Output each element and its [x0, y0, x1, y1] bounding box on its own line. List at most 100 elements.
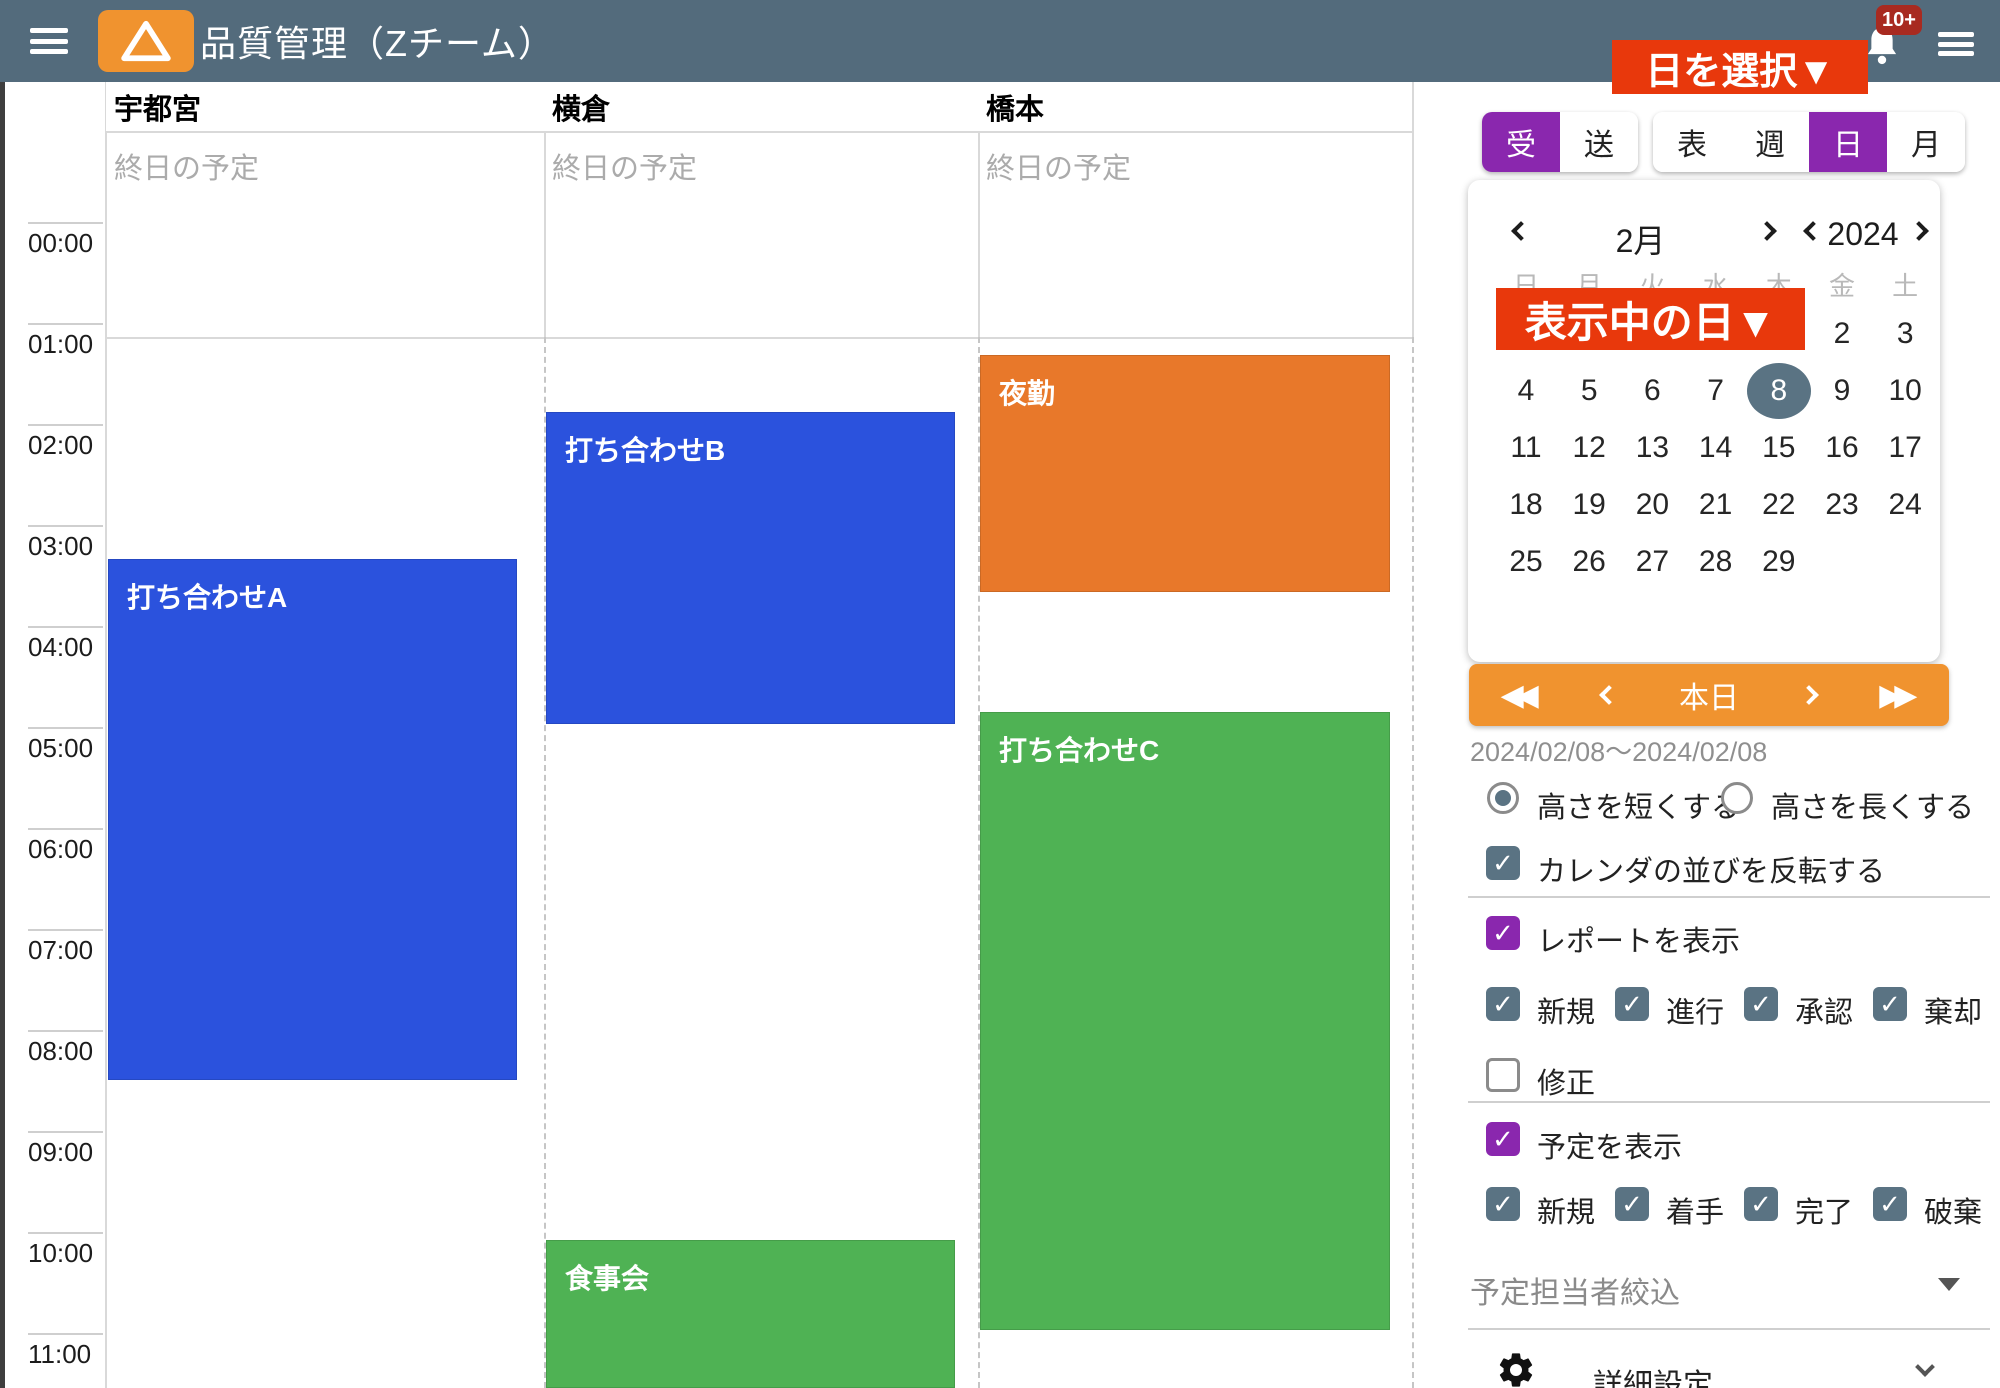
- calendar-day-21[interactable]: 21: [1684, 477, 1748, 533]
- reverse-calendar-checkbox-label[interactable]: カレンダの並びを反転する: [1537, 848, 1885, 890]
- allday-cell[interactable]: 終日の予定: [106, 131, 544, 337]
- reverse-calendar-checkbox[interactable]: ✓: [1486, 846, 1520, 880]
- calendar-day-29[interactable]: 29: [1747, 534, 1811, 590]
- divider: [1468, 1101, 1990, 1103]
- tab-月[interactable]: 月: [1887, 112, 1965, 172]
- next-year-icon[interactable]: [1909, 221, 1929, 241]
- calendar-day-20[interactable]: 20: [1620, 477, 1684, 533]
- calendar-day-26[interactable]: 26: [1557, 534, 1621, 590]
- overflow-menu-icon[interactable]: [1938, 32, 1974, 56]
- event-block[interactable]: 打ち合わせB: [546, 412, 955, 724]
- app-logo[interactable]: [98, 10, 194, 72]
- hour-tick: [28, 1232, 103, 1234]
- calendar-day-6[interactable]: 6: [1620, 363, 1684, 419]
- calendar-day-14[interactable]: 14: [1684, 420, 1748, 476]
- allday-cell[interactable]: 終日の予定: [544, 131, 978, 337]
- next-month-icon[interactable]: [1757, 221, 1777, 241]
- calendar-day-15[interactable]: 15: [1747, 420, 1811, 476]
- calendar-day-23[interactable]: 23: [1810, 477, 1874, 533]
- calendar-day-25[interactable]: 25: [1494, 534, 1558, 590]
- report-label[interactable]: 新規: [1537, 989, 1595, 1031]
- show-report-checkbox-label[interactable]: レポートを表示: [1537, 918, 1740, 960]
- radio-label[interactable]: 高さを短くする: [1537, 784, 1740, 826]
- schedule-checkbox-新規[interactable]: ✓: [1486, 1187, 1520, 1221]
- calendar-day-12[interactable]: 12: [1557, 420, 1621, 476]
- allday-placeholder: 終日の予定: [552, 153, 697, 185]
- show-schedule-checkbox-label[interactable]: 予定を表示: [1537, 1124, 1682, 1166]
- column-border-solid: [1412, 82, 1414, 337]
- fix-checkbox-label[interactable]: 修正: [1537, 1060, 1595, 1102]
- calendar-day-9[interactable]: 9: [1810, 363, 1874, 419]
- calendar-day-5[interactable]: 5: [1557, 363, 1621, 419]
- schedule-checkbox-着手[interactable]: ✓: [1615, 1187, 1649, 1221]
- calendar-day-18[interactable]: 18: [1494, 477, 1558, 533]
- report-checkbox-承認[interactable]: ✓: [1744, 987, 1778, 1021]
- report-label[interactable]: 棄却: [1924, 989, 1982, 1031]
- select-caret-icon[interactable]: [1938, 1278, 1960, 1291]
- report-label[interactable]: 承認: [1795, 989, 1853, 1031]
- prev-month-icon[interactable]: [1511, 221, 1531, 241]
- calendar-day-19[interactable]: 19: [1557, 477, 1621, 533]
- divider: [1468, 1328, 1990, 1330]
- calendar-day-8[interactable]: 8: [1747, 363, 1811, 419]
- radio-label[interactable]: 高さを長くする: [1771, 784, 1974, 826]
- event-block[interactable]: 打ち合わせA: [108, 559, 517, 1080]
- schedule-label[interactable]: 新規: [1537, 1189, 1595, 1231]
- calendar-day-4[interactable]: 4: [1494, 363, 1558, 419]
- today-button[interactable]: 本日: [1679, 673, 1739, 717]
- height-radio-2[interactable]: [1721, 782, 1753, 814]
- event-block[interactable]: 夜勤: [980, 355, 1390, 592]
- tab-週[interactable]: 週: [1731, 112, 1809, 172]
- allday-placeholder: 終日の予定: [114, 153, 259, 185]
- calendar-day-2[interactable]: 2: [1810, 306, 1874, 362]
- calendar-day-17[interactable]: 17: [1873, 420, 1937, 476]
- assignee-filter-select[interactable]: 予定担当者絞込: [1470, 1268, 1680, 1312]
- calendar-day-11[interactable]: 11: [1494, 420, 1558, 476]
- page-title: 品質管理（Zチーム）: [200, 0, 555, 82]
- report-checkbox-新規[interactable]: ✓: [1486, 987, 1520, 1021]
- advanced-settings-chevron-icon[interactable]: [1915, 1357, 1935, 1377]
- show-report-checkbox[interactable]: ✓: [1486, 916, 1520, 950]
- fix-checkbox[interactable]: [1486, 1058, 1520, 1092]
- tab-表[interactable]: 表: [1653, 112, 1731, 172]
- hour-tick: [28, 626, 103, 628]
- calendar-day-10[interactable]: 10: [1873, 363, 1937, 419]
- calendar-day-24[interactable]: 24: [1873, 477, 1937, 533]
- calendar-day-27[interactable]: 27: [1620, 534, 1684, 590]
- hour-label: 01:00: [28, 329, 93, 360]
- fast-forward-icon[interactable]: ▶▶: [1879, 678, 1917, 713]
- calendar-day-16[interactable]: 16: [1810, 420, 1874, 476]
- show-schedule-checkbox[interactable]: ✓: [1486, 1122, 1520, 1156]
- schedule-label[interactable]: 着手: [1666, 1189, 1724, 1231]
- hour-tick: [28, 727, 103, 729]
- report-checkbox-棄却[interactable]: ✓: [1873, 987, 1907, 1021]
- calendar-day-7[interactable]: 7: [1684, 363, 1748, 419]
- menu-icon[interactable]: [30, 28, 68, 54]
- tab-日[interactable]: 日: [1809, 112, 1887, 172]
- toggle-送[interactable]: 送: [1560, 112, 1638, 172]
- fast-back-icon[interactable]: ◀◀: [1501, 678, 1539, 713]
- schedule-label[interactable]: 完了: [1795, 1189, 1853, 1231]
- schedule-label[interactable]: 破棄: [1924, 1189, 1982, 1231]
- event-title: 打ち合わせA: [127, 582, 287, 613]
- prev-day-icon[interactable]: [1599, 685, 1619, 705]
- calendar-day-13[interactable]: 13: [1620, 420, 1684, 476]
- calendar-day-28[interactable]: 28: [1684, 534, 1748, 590]
- allday-border: [105, 337, 1412, 339]
- schedule-checkbox-破棄[interactable]: ✓: [1873, 1187, 1907, 1221]
- triangle-logo-icon: [116, 18, 176, 64]
- toggle-受[interactable]: 受: [1482, 112, 1560, 172]
- event-block[interactable]: 打ち合わせC: [980, 712, 1390, 1330]
- allday-cell[interactable]: 終日の予定: [978, 131, 1412, 337]
- calendar-day-3[interactable]: 3: [1873, 306, 1937, 362]
- event-block[interactable]: 食事会: [546, 1240, 955, 1388]
- report-label[interactable]: 進行: [1666, 989, 1724, 1031]
- gear-icon[interactable]: [1496, 1350, 1536, 1388]
- report-checkbox-進行[interactable]: ✓: [1615, 987, 1649, 1021]
- column-header-1: 宇都宮: [106, 82, 544, 131]
- calendar-day-22[interactable]: 22: [1747, 477, 1811, 533]
- schedule-checkbox-完了[interactable]: ✓: [1744, 1187, 1778, 1221]
- next-day-icon[interactable]: [1799, 685, 1819, 705]
- advanced-settings-label[interactable]: 詳細設定: [1593, 1360, 1713, 1388]
- height-radio-1[interactable]: [1487, 782, 1519, 814]
